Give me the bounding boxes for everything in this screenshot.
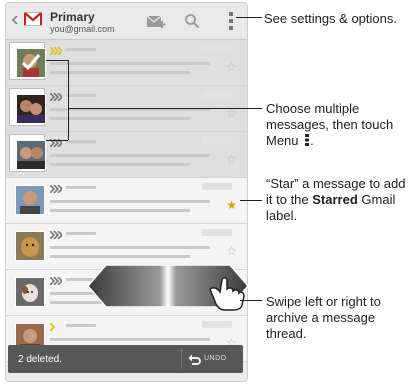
sender-photo bbox=[16, 48, 46, 78]
account-email: you@gmail.com bbox=[50, 24, 115, 34]
undo-button[interactable]: UNDO bbox=[181, 349, 238, 369]
back-chevron-icon[interactable] bbox=[11, 16, 19, 24]
snippet-placeholder bbox=[50, 71, 190, 74]
callout-connector bbox=[236, 17, 262, 18]
sender-photo bbox=[16, 140, 46, 170]
date-placeholder bbox=[202, 91, 232, 98]
callout-connector bbox=[240, 300, 262, 301]
sender-photo bbox=[15, 231, 45, 261]
message-row[interactable]: ☆ bbox=[6, 86, 247, 132]
star-icon[interactable]: ☆ bbox=[226, 60, 237, 74]
label-chevron-icon bbox=[50, 93, 62, 101]
callout-multi-select: Choose multiple messages, then touch Men… bbox=[266, 101, 410, 149]
subject-placeholder bbox=[50, 200, 210, 203]
hand-pointer-icon bbox=[209, 277, 245, 311]
date-placeholder bbox=[202, 321, 232, 328]
account-label[interactable]: Primary bbox=[50, 10, 95, 24]
snippet-placeholder bbox=[50, 255, 190, 258]
message-row[interactable]: ☆ bbox=[6, 132, 247, 178]
date-placeholder bbox=[202, 137, 232, 144]
callout-star: “Star” a message to add it to the Starre… bbox=[266, 176, 406, 224]
snackbar-message: 2 deleted. bbox=[18, 354, 62, 365]
undo-snackbar: 2 deleted. UNDO bbox=[8, 345, 243, 373]
callout-multi-select-end: . bbox=[310, 133, 314, 148]
sender-placeholder bbox=[66, 186, 96, 189]
subject-placeholder bbox=[50, 62, 210, 65]
message-row[interactable]: ☆ bbox=[6, 224, 247, 270]
date-placeholder bbox=[202, 45, 232, 52]
message-row[interactable]: ☆ bbox=[6, 40, 247, 86]
sender-placeholder bbox=[66, 232, 96, 235]
callout-star-bold: Starred bbox=[312, 192, 358, 207]
label-chevron-icon bbox=[50, 323, 56, 331]
snippet-placeholder bbox=[50, 117, 190, 120]
callout-swipe: Swipe left or right to archive a message… bbox=[266, 294, 381, 341]
sender-photo bbox=[16, 94, 46, 124]
sender-placeholder bbox=[66, 94, 96, 97]
date-placeholder bbox=[202, 229, 232, 236]
sender-photo bbox=[15, 185, 45, 215]
undo-icon bbox=[188, 354, 201, 365]
star-icon[interactable]: ☆ bbox=[226, 152, 237, 166]
search-icon[interactable] bbox=[184, 13, 200, 29]
sender-photo bbox=[15, 277, 45, 307]
star-icon[interactable]: ★ bbox=[226, 198, 237, 212]
selected-checkmark[interactable] bbox=[9, 88, 46, 126]
callout-connector bbox=[68, 108, 262, 109]
callout-settings: See settings & options. bbox=[264, 11, 397, 26]
subject-placeholder bbox=[50, 246, 210, 249]
overflow-menu-icon[interactable] bbox=[228, 12, 234, 30]
date-placeholder bbox=[202, 183, 232, 190]
top-bar: Primary you@gmail.com bbox=[6, 3, 247, 40]
snippet-placeholder bbox=[50, 209, 190, 212]
label-chevron-icon bbox=[50, 231, 62, 239]
subject-placeholder bbox=[50, 154, 210, 157]
label-chevron-icon bbox=[50, 185, 62, 193]
subject-placeholder bbox=[50, 338, 210, 341]
gmail-logo-icon bbox=[24, 12, 42, 26]
sender-placeholder bbox=[66, 324, 96, 327]
star-icon[interactable]: ☆ bbox=[226, 244, 237, 258]
sender-placeholder bbox=[66, 48, 96, 51]
callout-multi-select-text: Choose multiple messages, then touch Men… bbox=[266, 101, 394, 148]
label-chevron-icon bbox=[50, 47, 62, 55]
selected-checkmark[interactable] bbox=[9, 42, 46, 80]
undo-label: UNDO bbox=[204, 355, 227, 362]
callout-connector bbox=[46, 60, 68, 61]
sender-placeholder bbox=[66, 140, 96, 143]
callout-connector bbox=[240, 200, 262, 201]
phone-screen: Primary you@gmail.com ☆ ☆ ☆ ★ ☆ ☆ 2 dele… bbox=[5, 2, 248, 382]
compose-icon[interactable] bbox=[146, 13, 166, 29]
callout-connector bbox=[46, 140, 68, 141]
callout-connector bbox=[68, 60, 69, 140]
selected-checkmark[interactable] bbox=[9, 134, 46, 172]
snippet-placeholder bbox=[50, 163, 190, 166]
label-chevron-icon bbox=[50, 277, 62, 285]
message-row[interactable]: ★ bbox=[6, 178, 247, 224]
